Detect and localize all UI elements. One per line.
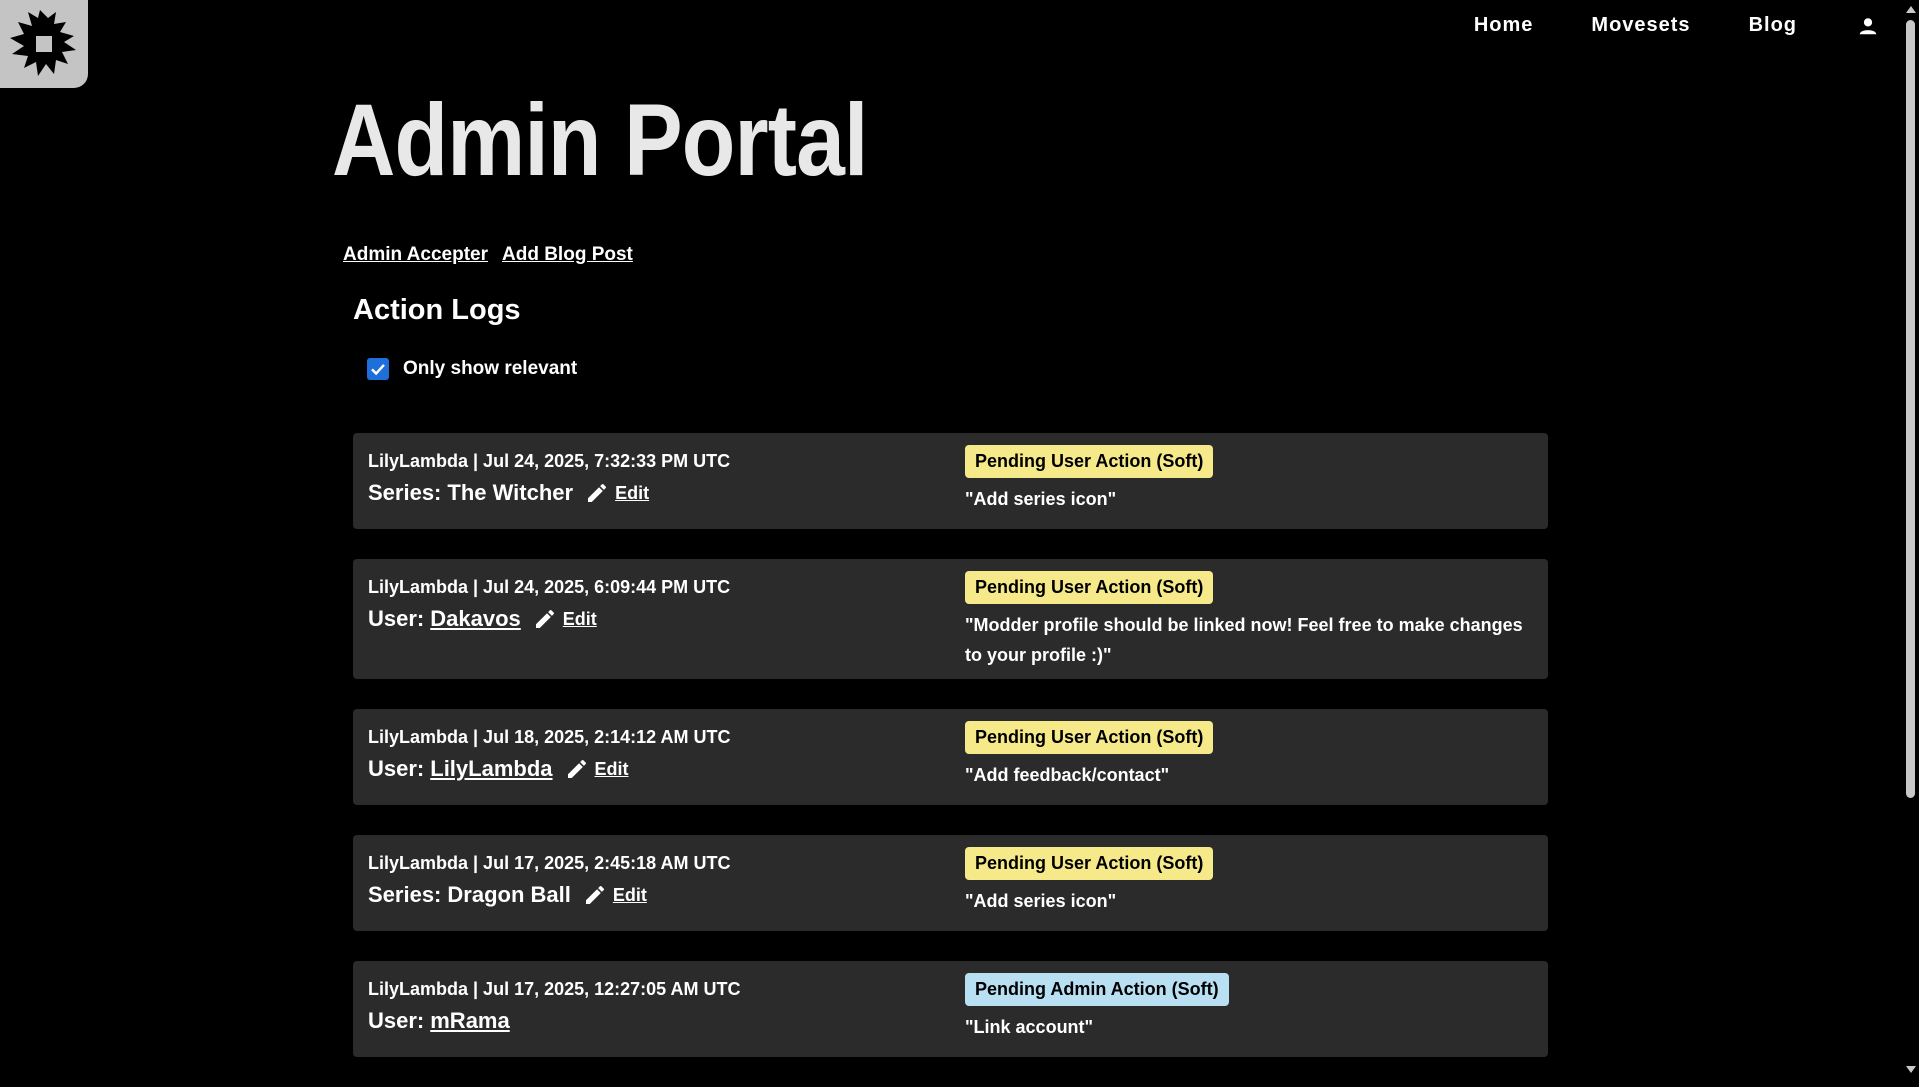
top-nav: Home Movesets Blog (1416, 14, 1879, 37)
action-logs-title: Action Logs (353, 294, 521, 326)
add-blog-post-link[interactable]: Add Blog Post (502, 244, 633, 266)
log-note: "Modder profile should be linked now! Fe… (965, 615, 1523, 665)
status-badge: Pending User Action (Soft) (965, 571, 1214, 604)
edit-button[interactable]: Edit (533, 607, 597, 631)
edit-label: Edit (615, 482, 650, 503)
edit-button[interactable]: Edit (565, 757, 629, 781)
subject-link[interactable]: LilyLambda (430, 756, 552, 782)
scrollbar-thumb[interactable] (1906, 20, 1915, 798)
log-meta: LilyLambda | Jul 18, 2025, 2:14:12 AM UT… (368, 727, 731, 747)
splat-logo-icon (10, 10, 76, 76)
edit-label: Edit (612, 884, 647, 905)
subject-label: User: (368, 756, 425, 781)
subject-value: Dragon Ball (447, 882, 571, 907)
pencil-icon (535, 609, 554, 628)
pencil-icon (567, 759, 586, 778)
admin-accepter-link[interactable]: Admin Accepter (343, 244, 488, 266)
scroll-down-icon[interactable] (1906, 1066, 1916, 1073)
nav-movesets[interactable]: Movesets (1591, 14, 1690, 37)
status-badge: Pending Admin Action (Soft) (965, 973, 1229, 1006)
checkmark-icon (371, 364, 385, 376)
status-badge: Pending User Action (Soft) (965, 847, 1214, 880)
log-note: "Link account" (965, 1017, 1094, 1037)
log-meta: LilyLambda | Jul 17, 2025, 12:27:05 AM U… (368, 979, 741, 999)
edit-label: Edit (562, 608, 597, 629)
subject-label: Series: (368, 882, 442, 907)
log-meta: LilyLambda | Jul 17, 2025, 2:45:18 AM UT… (368, 853, 731, 873)
log-subject: User: Dakavos Edit (368, 606, 948, 632)
nav-home[interactable]: Home (1474, 14, 1534, 37)
log-meta: LilyLambda | Jul 24, 2025, 6:09:44 PM UT… (368, 577, 731, 597)
site-logo[interactable] (0, 0, 88, 88)
page-title: Admin Portal (332, 83, 868, 197)
subject-label: User: (368, 1008, 425, 1033)
log-note: "Add series icon" (965, 891, 1117, 911)
subject-label: Series: (368, 480, 442, 505)
nav-blog[interactable]: Blog (1749, 14, 1797, 37)
log-entry: LilyLambda | Jul 17, 2025, 2:45:18 AM UT… (353, 835, 1548, 931)
log-entry: LilyLambda | Jul 24, 2025, 7:32:33 PM UT… (353, 433, 1548, 529)
log-entry: LilyLambda | Jul 24, 2025, 6:09:44 PM UT… (353, 559, 1548, 679)
scroll-up-icon[interactable] (1906, 6, 1916, 13)
edit-button[interactable]: Edit (583, 883, 647, 907)
subject-label: User: (368, 606, 425, 631)
admin-links: Admin Accepter Add Blog Post (343, 244, 647, 266)
log-subject: User: mRama (368, 1008, 948, 1034)
subject-value: The Witcher (447, 480, 574, 505)
action-log-list: LilyLambda | Jul 24, 2025, 7:32:33 PM UT… (353, 433, 1548, 1087)
status-badge: Pending User Action (Soft) (965, 445, 1214, 478)
log-note: "Add series icon" (965, 489, 1117, 509)
edit-label: Edit (594, 758, 629, 779)
only-relevant-checkbox[interactable] (367, 358, 389, 380)
pencil-icon (585, 885, 604, 904)
subject-link[interactable]: mRama (430, 1008, 509, 1034)
log-subject: Series: Dragon Ball Edit (368, 882, 948, 908)
relevance-filter: Only show relevant (367, 358, 577, 380)
subject-link[interactable]: Dakavos (430, 606, 521, 632)
log-subject: Series: The Witcher Edit (368, 480, 948, 506)
pencil-icon (588, 483, 607, 502)
page-scrollbar[interactable] (1902, 0, 1919, 1079)
log-entry: LilyLambda | Jul 17, 2025, 12:27:05 AM U… (353, 961, 1548, 1057)
log-entry: LilyLambda | Jul 18, 2025, 2:14:12 AM UT… (353, 709, 1548, 805)
log-note: "Add feedback/contact" (965, 765, 1170, 785)
only-relevant-label: Only show relevant (403, 358, 578, 379)
log-subject: User: LilyLambda Edit (368, 756, 948, 782)
edit-button[interactable]: Edit (585, 481, 649, 505)
status-badge: Pending User Action (Soft) (965, 721, 1214, 754)
user-menu[interactable] (1857, 15, 1879, 37)
person-icon (1859, 17, 1877, 34)
log-meta: LilyLambda | Jul 24, 2025, 7:32:33 PM UT… (368, 451, 731, 471)
